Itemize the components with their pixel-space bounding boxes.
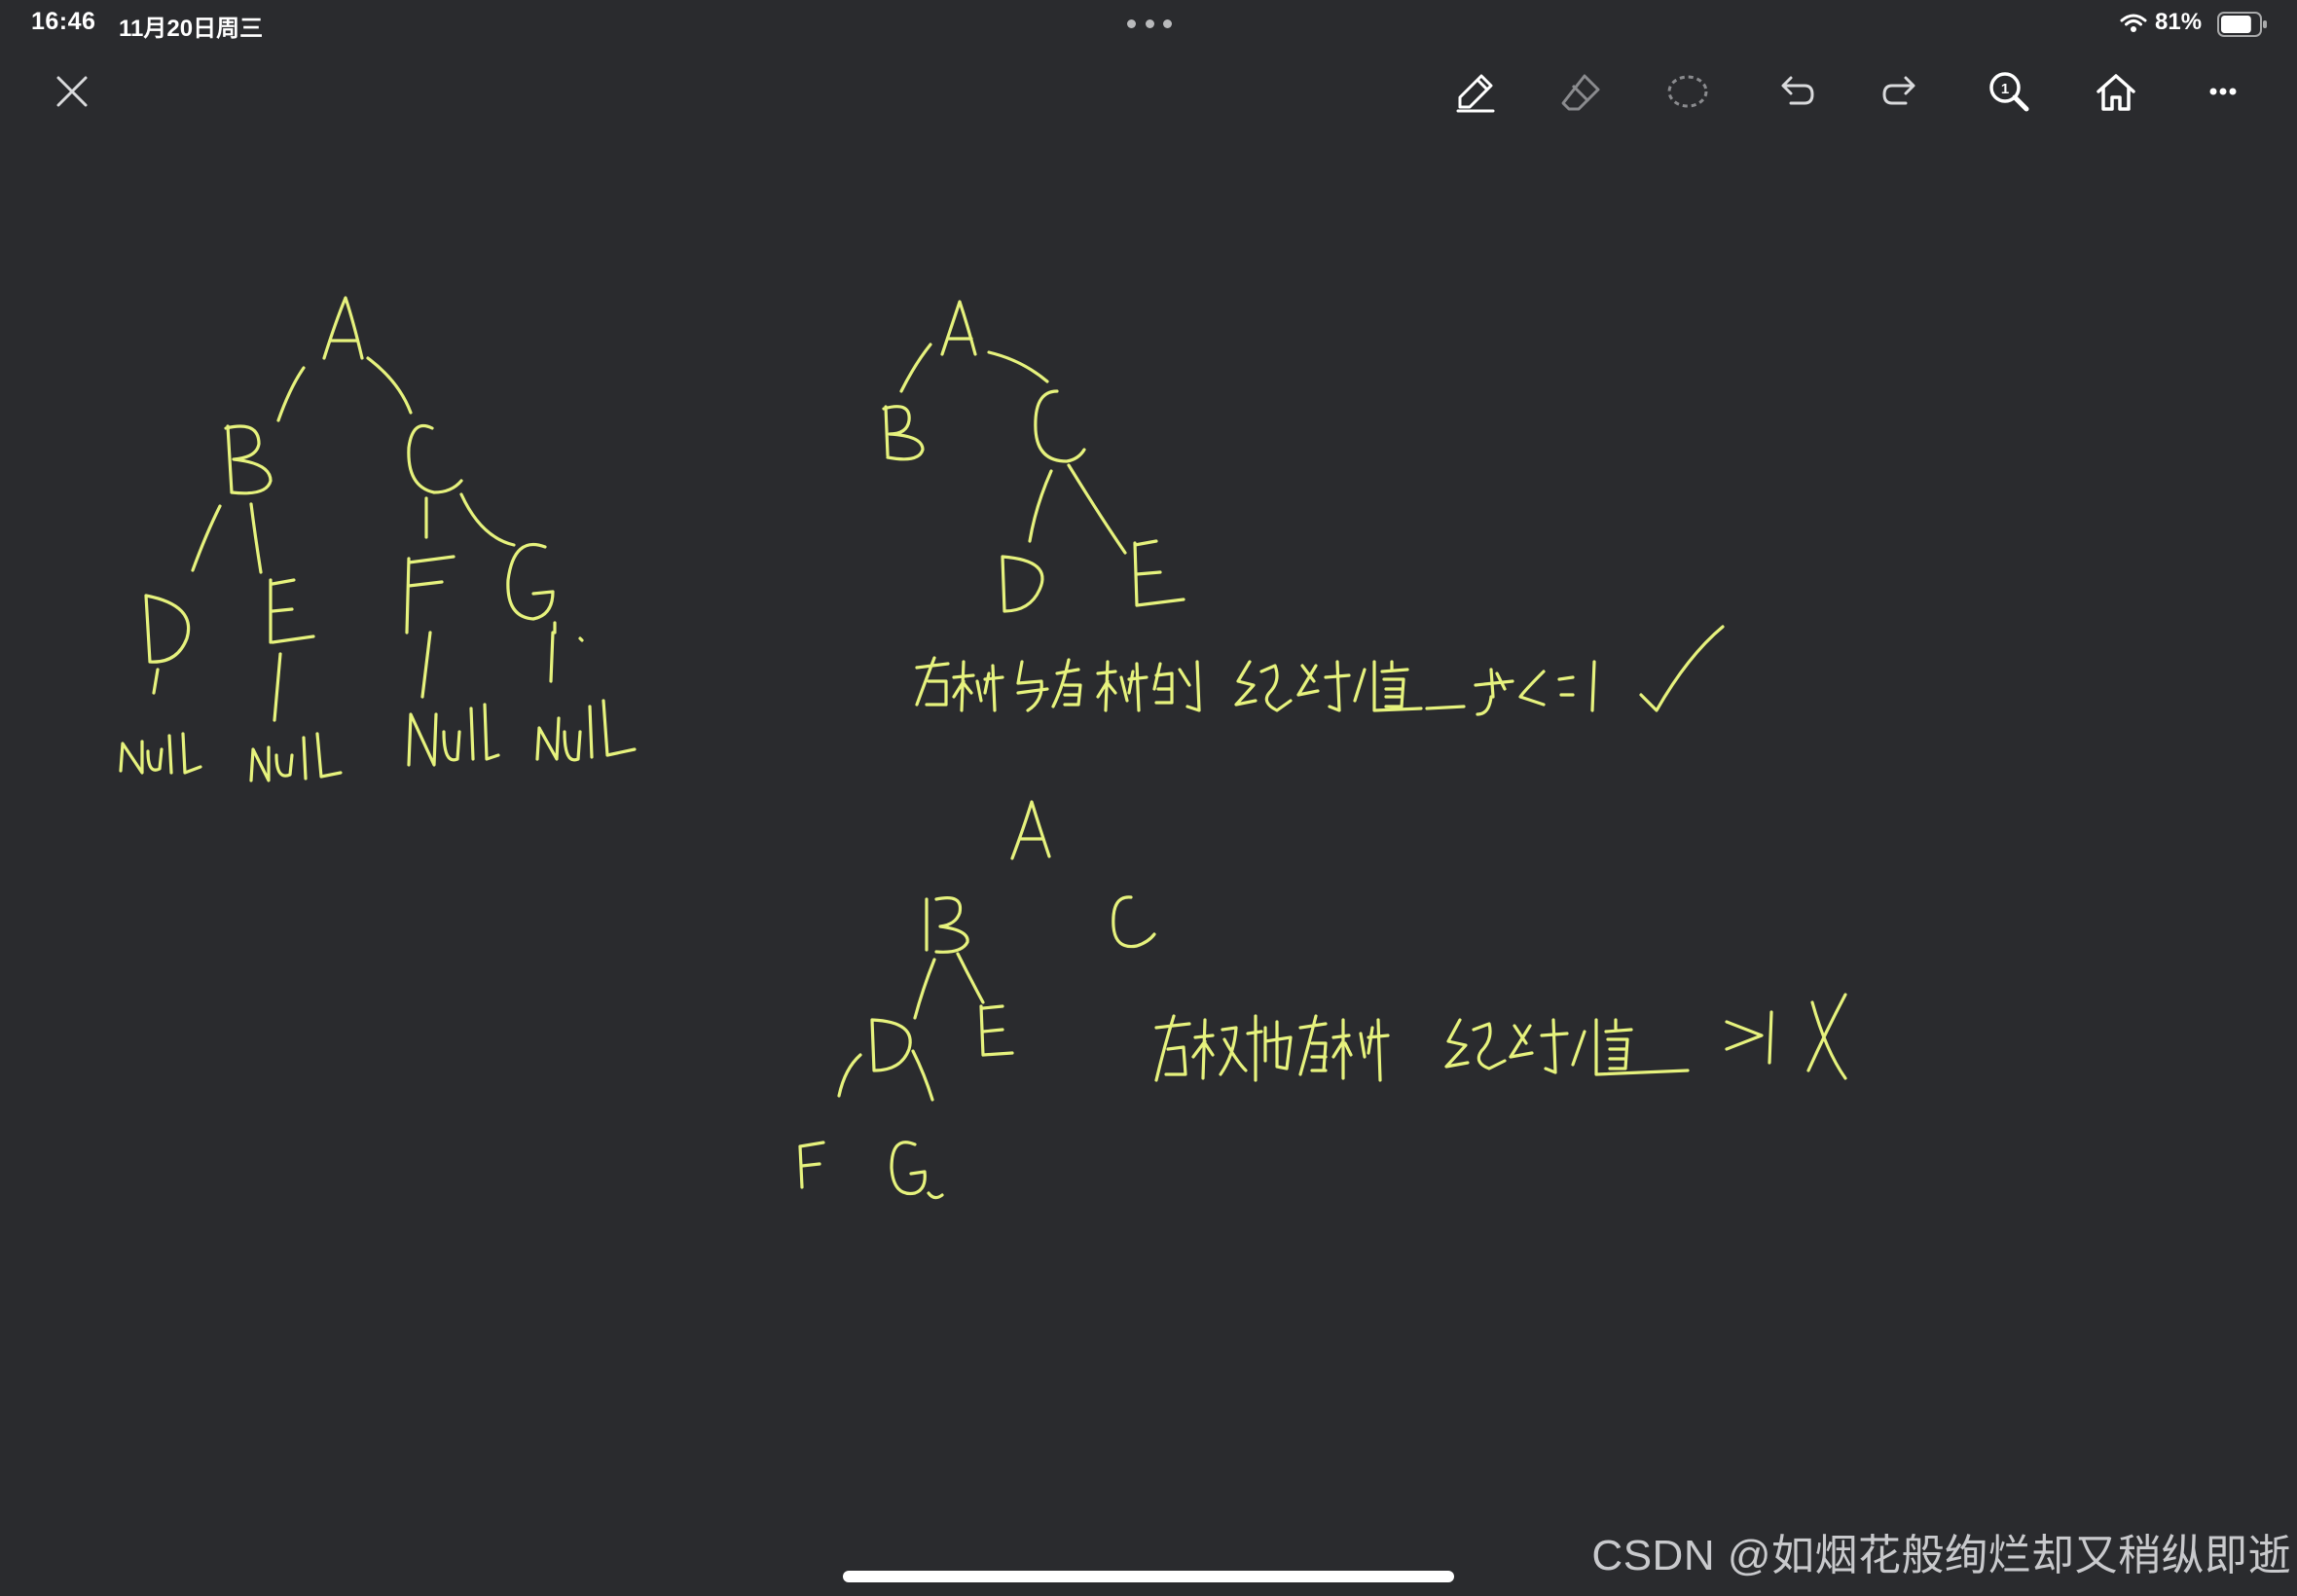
tree1-edge-e-null [273,652,282,722]
tree3-node-e [979,1004,1014,1057]
tree1-null-1 [119,732,202,775]
tree3-edge-bd [913,958,936,1020]
tree1-null-2 [249,732,343,782]
battery-percent: 81% [2155,9,2203,35]
status-bar: 16:46 11月20日周三 81% [0,0,2297,47]
close-button[interactable] [45,64,99,119]
notes-app-screen: 16:46 11月20日周三 81% 1 CSDN @如烟花般绚烂却又稍纵即逝 [0,0,2297,1596]
redo-icon [1882,76,1915,105]
watermark-text: CSDN @如烟花般绚烂却又稍纵即逝 [1591,1532,2291,1579]
tree2-edge-ce [1067,463,1127,555]
pen-icon [1456,74,1495,113]
tree2-node-b [882,405,925,461]
eraser-icon [1561,74,1600,111]
drawing-canvas[interactable] [0,127,2297,1557]
pen-tool-button[interactable] [1448,64,1503,119]
tree2-node-d [1001,555,1044,613]
tree3-edge-be [956,952,985,1004]
tree3-note-handwriting [1154,993,1847,1082]
tree3-node-b [925,896,969,954]
tree1-edge-ab [276,366,306,422]
tree3-node-c [1112,895,1156,949]
tree1-node-a [322,296,364,360]
tree3-node-g [890,1141,944,1200]
home-indicator[interactable] [843,1571,1454,1582]
multitasking-dots-icon[interactable] [1127,19,1172,29]
tree3-node-a [1010,800,1051,860]
battery-icon [2217,12,2267,37]
tree3-diagram [798,800,1847,1200]
tree3-edge-df [837,1053,862,1098]
zoom-badge: 1 [2001,81,2009,97]
tree2-edge-ac [987,350,1049,383]
tree1-edge-be [249,502,263,574]
status-time: 16:46 [31,8,96,35]
undo-icon [1781,76,1814,105]
tree3-node-f [798,1141,825,1189]
tree2-diagram [882,300,1725,716]
tree2-node-a [940,300,977,356]
close-icon [56,76,88,107]
tree1-node-e [269,578,315,644]
zoom-button[interactable]: 1 [1982,64,2036,119]
tree2-check-mark [1639,625,1725,712]
tree1-null-3 [407,703,500,767]
home-button[interactable] [2089,64,2143,119]
tree1-edge-f-null [420,631,432,699]
eraser-tool-button[interactable] [1553,64,1608,119]
tree1-node-f [405,555,456,635]
home-icon [2096,74,2135,111]
tree2-edge-ab [899,343,932,393]
tree3-edge-dg [911,1049,934,1102]
lasso-icon [1667,75,1708,108]
tree3-x-mark [1806,993,1847,1080]
tree2-edge-cd [1028,469,1053,543]
tree1-edge-cg [459,492,516,547]
tree1-edge-g-null [549,631,555,683]
status-date: 11月20日周三 [119,16,264,42]
tree3-node-d [870,1018,912,1072]
tree2-node-c [1034,389,1086,463]
handwriting-layer [119,296,1847,1200]
tree1-edge-bd [191,504,222,572]
tree1-null-4 [535,699,637,762]
tree2-note-handwriting [915,625,1725,716]
tree1-node-g [506,542,584,642]
tree1-edge-ac [366,356,413,415]
tree3-greater-than [1725,1020,1764,1051]
tree3-digit-one [1768,1010,1773,1065]
lasso-tool-button[interactable] [1660,64,1715,119]
tree1-node-d [144,594,191,664]
undo-button[interactable] [1768,64,1822,119]
tree1-node-b [224,424,273,495]
redo-button[interactable] [1875,64,1929,119]
tree2-node-e [1133,539,1185,607]
wifi-icon [2120,14,2147,32]
tree1-edge-d-null [152,668,160,695]
more-icon [2209,88,2237,95]
more-button[interactable] [2196,64,2250,119]
tree1-diagram [119,296,637,782]
zoom-icon: 1 [1989,72,2029,112]
tree1-node-c [407,423,463,494]
